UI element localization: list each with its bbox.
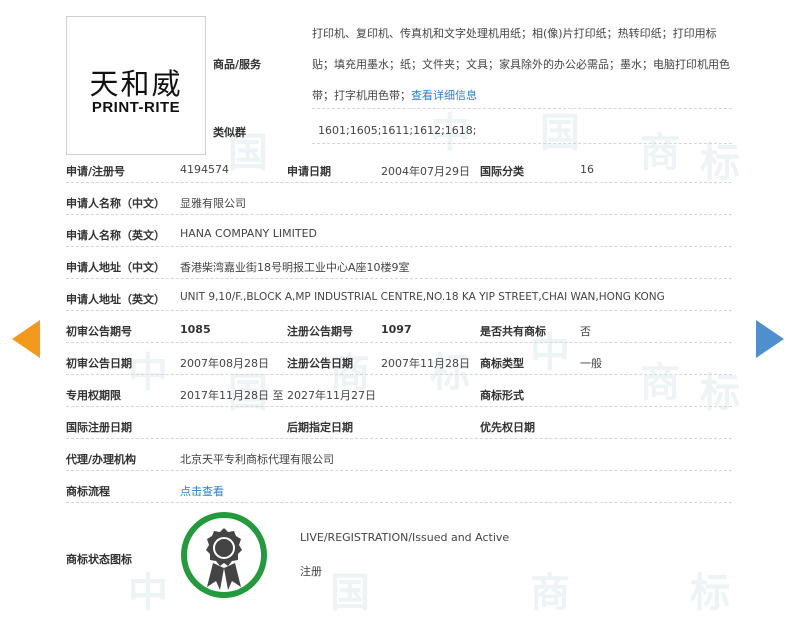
divider bbox=[66, 310, 732, 311]
tm-type-label: 商标类型 bbox=[480, 357, 524, 370]
goods-label: 商品/服务 bbox=[213, 58, 262, 71]
divider bbox=[66, 374, 732, 375]
reg-pub-date-label: 注册公告日期 bbox=[287, 357, 353, 370]
divider bbox=[66, 246, 732, 247]
similar-label: 类似群 bbox=[213, 126, 246, 139]
tm-type-value: 一般 bbox=[580, 357, 602, 370]
divider bbox=[66, 470, 732, 471]
agent-value: 北京天平专利商标代理有限公司 bbox=[180, 453, 334, 466]
divider bbox=[66, 278, 732, 279]
reg-pub-date-value: 2007年11月28日 bbox=[381, 357, 470, 370]
intl-class-label: 国际分类 bbox=[480, 165, 524, 178]
status-label: 商标状态图标 bbox=[66, 553, 132, 566]
divider bbox=[66, 182, 732, 183]
app-date-label: 申请日期 bbox=[287, 165, 331, 178]
agent-label: 代理/办理机构 bbox=[66, 453, 137, 466]
divider bbox=[66, 438, 732, 439]
trademark-logo: 天和威 PRINT-RITE bbox=[66, 16, 206, 155]
exclusive-value: 2017年11月28日 至 2027年11月27日 bbox=[180, 389, 376, 402]
divider bbox=[66, 406, 732, 407]
later-date-label: 后期指定日期 bbox=[287, 421, 353, 434]
trademark-detail: 天和威 PRINT-RITE 商品/服务 打印机、复印机、传真机和文字处理机用纸… bbox=[0, 0, 800, 608]
applicant-en-value: HANA COMPANY LIMITED bbox=[180, 227, 318, 240]
divider bbox=[66, 342, 732, 343]
goods-text: 打印机、复印机、传真机和文字处理机用纸；相(像)片打印纸；热转印纸；打印用标贴；… bbox=[312, 18, 732, 111]
divider bbox=[66, 502, 732, 503]
prelim-date-label: 初审公告日期 bbox=[66, 357, 132, 370]
goods-list: 打印机、复印机、传真机和文字处理机用纸；相(像)片打印纸；热转印纸；打印用标贴；… bbox=[312, 27, 730, 102]
status-text-en: LIVE/REGISTRATION/Issued and Active bbox=[300, 531, 510, 544]
flow-link[interactable]: 点击查看 bbox=[180, 483, 224, 499]
intl-reg-date-label: 国际注册日期 bbox=[66, 421, 132, 434]
reg-no-label: 申请/注册号 bbox=[66, 165, 126, 178]
prelim-date-value: 2007年08月28日 bbox=[180, 357, 269, 370]
tm-form-label: 商标形式 bbox=[480, 389, 524, 402]
status-live-icon bbox=[181, 512, 267, 598]
reg-pub-no-label: 注册公告期号 bbox=[287, 325, 353, 338]
divider bbox=[66, 214, 732, 215]
priority-date-label: 优先权日期 bbox=[480, 421, 535, 434]
applicant-en-label: 申请人名称（英文） bbox=[66, 229, 165, 242]
next-arrow-icon[interactable] bbox=[756, 320, 784, 358]
shared-value: 否 bbox=[580, 325, 591, 338]
address-cn-value: 香港柴湾嘉业街18号明报工业中心A座10楼9室 bbox=[180, 261, 410, 274]
similar-value: 1601;1605;1611;1612;1618; bbox=[318, 124, 477, 137]
applicant-cn-label: 申请人名称（中文） bbox=[66, 197, 165, 210]
address-cn-label: 申请人地址（中文） bbox=[66, 261, 165, 274]
prev-arrow-icon[interactable] bbox=[12, 320, 40, 358]
prelim-no-label: 初审公告期号 bbox=[66, 325, 132, 338]
address-en-label: 申请人地址（英文） bbox=[66, 293, 165, 306]
prelim-no-value: 1085 bbox=[180, 323, 211, 336]
divider bbox=[312, 108, 732, 109]
app-date-value: 2004年07月29日 bbox=[381, 165, 470, 178]
intl-class-value: 16 bbox=[580, 163, 594, 176]
address-en-value: UNIT 9,10/F.,BLOCK A,MP INDUSTRIAL CENTR… bbox=[180, 291, 665, 303]
logo-en-text: PRINT-RITE bbox=[91, 99, 181, 116]
reg-no-value: 4194574 bbox=[180, 163, 229, 176]
logo-cn-text: 天和威 bbox=[89, 67, 183, 101]
divider bbox=[312, 143, 732, 144]
applicant-cn-value: 显雅有限公司 bbox=[180, 197, 246, 210]
reg-pub-no-value: 1097 bbox=[381, 323, 412, 336]
status-text-cn: 注册 bbox=[300, 565, 322, 578]
shared-label: 是否共有商标 bbox=[480, 325, 546, 338]
flow-label: 商标流程 bbox=[66, 485, 110, 498]
goods-detail-link[interactable]: 查看详细信息 bbox=[411, 89, 477, 102]
exclusive-label: 专用权期限 bbox=[66, 389, 121, 402]
